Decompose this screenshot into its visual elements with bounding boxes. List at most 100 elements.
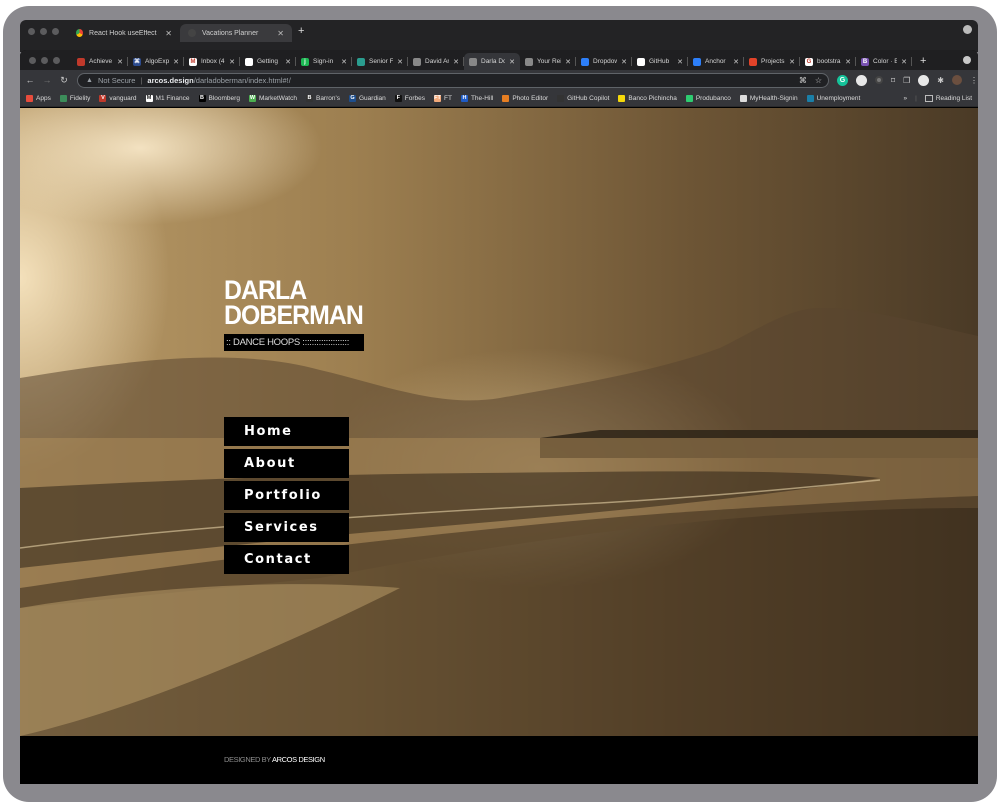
minimize-window-button[interactable] xyxy=(40,27,47,35)
reload-button[interactable]: ↻ xyxy=(57,75,71,86)
bookmark-extension-icon[interactable]: ⌑ xyxy=(891,76,895,85)
tab[interactable]: Gbootstra ✕ xyxy=(800,53,856,70)
background-browser-window: React Hook useEffect has mis ✕ Vacations… xyxy=(20,20,978,52)
tab[interactable]: Your Rei ✕ xyxy=(520,53,576,70)
bookmark-item[interactable]: Vvanguard xyxy=(99,94,137,102)
tab[interactable]: David Ar ✕ xyxy=(408,53,464,70)
extension-icon[interactable] xyxy=(856,74,867,86)
tab[interactable]: GitHub ✕ xyxy=(632,53,688,70)
tab[interactable]: Senior F ✕ xyxy=(352,53,408,70)
close-tab-icon[interactable]: ✕ xyxy=(285,58,291,66)
address-bar[interactable]: ▲ Not Secure | arcos.design/darladoberma… xyxy=(77,72,829,88)
tab[interactable]: Dropdow ✕ xyxy=(576,53,632,70)
bookmark-item[interactable]: Produbanco xyxy=(685,94,731,102)
close-tab-icon[interactable]: ✕ xyxy=(733,58,739,66)
grammarly-extension-icon[interactable]: G xyxy=(837,74,848,86)
nav-about[interactable]: About xyxy=(224,449,349,478)
bookmarks-overflow-button[interactable]: » xyxy=(904,95,908,102)
bookmark-item[interactable]: B Bloomberg xyxy=(198,94,240,102)
maximize-window-button[interactable] xyxy=(52,27,59,35)
site-brand[interactable]: DARLA DOBERMAN :: DANCE HOOPS ::::::::::… xyxy=(224,277,375,351)
warning-icon: ▲ xyxy=(86,76,93,84)
window-controls[interactable] xyxy=(20,27,68,35)
bookmark-label: Barron's xyxy=(315,94,340,102)
extension-icon[interactable] xyxy=(875,76,883,84)
tab-label: Projects xyxy=(761,58,785,65)
nav-portfolio[interactable]: Portfolio xyxy=(224,481,349,510)
tab[interactable]: Getting ✕ xyxy=(240,53,296,70)
window-controls[interactable] xyxy=(20,57,72,70)
tab[interactable]: ⌘ AlgoExp ✕ xyxy=(128,53,184,70)
background-tab-active[interactable]: Vacations Planner ✕ xyxy=(180,24,292,42)
new-tab-button[interactable]: + xyxy=(920,55,926,67)
bookmark-item[interactable]: FT FT xyxy=(433,94,452,102)
profile-avatar[interactable] xyxy=(951,75,962,85)
qr-code-icon[interactable]: ⌘ xyxy=(799,76,807,85)
back-button[interactable]: ← xyxy=(23,75,37,85)
close-tab-icon[interactable]: ✕ xyxy=(117,58,123,66)
tab[interactable]: Anchor ✕ xyxy=(688,53,744,70)
close-tab-icon[interactable]: ✕ xyxy=(165,29,172,38)
tab-label: bootstra xyxy=(817,58,841,65)
bookmark-item[interactable]: Apps xyxy=(26,94,51,102)
extension-icon[interactable] xyxy=(918,74,930,86)
tab-active[interactable]: Darla Do ✕ xyxy=(464,53,520,70)
bookmark-item[interactable]: H The-Hill xyxy=(460,94,493,102)
background-tab[interactable]: React Hook useEffect has mis ✕ xyxy=(68,24,180,42)
brand-tagline: :: DANCE HOOPS :::::::::::::::::::: xyxy=(224,334,364,351)
close-tab-icon[interactable]: ✕ xyxy=(173,58,179,66)
close-window-button[interactable] xyxy=(29,57,36,64)
copy-extension-icon[interactable]: ❐ xyxy=(903,76,910,85)
close-tab-icon[interactable]: ✕ xyxy=(565,58,571,66)
close-tab-icon[interactable]: ✕ xyxy=(901,58,907,66)
minimize-window-button[interactable] xyxy=(41,57,48,64)
forward-button[interactable]: → xyxy=(40,75,54,85)
maximize-window-button[interactable] xyxy=(53,57,60,64)
tab[interactable]: B Color · B ✕ xyxy=(856,53,912,70)
nav-services[interactable]: Services xyxy=(224,513,349,542)
tab-label: Darla Do xyxy=(481,58,506,65)
close-tab-icon[interactable]: ✕ xyxy=(229,58,235,66)
tab-search-icon[interactable] xyxy=(963,56,971,64)
nav-home[interactable]: Home xyxy=(224,417,349,446)
tab[interactable]: Projects ✕ xyxy=(744,53,800,70)
tab[interactable]: Achieve ✕ xyxy=(72,53,128,70)
close-tab-icon[interactable]: ✕ xyxy=(453,58,459,66)
bookmark-label: Guardian xyxy=(359,94,386,102)
tab[interactable]: j Sign-in ✕ xyxy=(296,53,352,70)
bookmark-label: Forbes xyxy=(404,94,425,102)
close-tab-icon[interactable]: ✕ xyxy=(277,29,284,38)
bookmark-item[interactable]: Unemployment xyxy=(806,94,860,102)
puzzle-extensions-icon[interactable]: ✱ xyxy=(937,76,944,85)
footer-brand-link[interactable]: ARCOS DESIGN xyxy=(272,755,325,764)
main-navigation: Home About Portfolio Services Contact xyxy=(224,417,349,577)
nav-contact[interactable]: Contact xyxy=(224,545,349,574)
security-label[interactable]: Not Secure xyxy=(98,76,136,85)
menu-kebab-icon[interactable]: ⋮ xyxy=(970,76,978,85)
close-window-button[interactable] xyxy=(28,27,35,35)
bookmark-star-icon[interactable]: ☆ xyxy=(815,76,822,85)
bookmark-item[interactable]: W MarketWatch xyxy=(248,94,297,102)
bookmark-item[interactable]: Photo Editor xyxy=(502,94,548,102)
bookmark-item[interactable]: B Barron's xyxy=(305,94,340,102)
bookmark-item[interactable]: Fidelity xyxy=(59,94,90,102)
bookmark-favicon-icon: V xyxy=(99,94,107,102)
profile-icon[interactable] xyxy=(963,25,972,34)
bookmark-item[interactable]: GitHub Copilot xyxy=(557,94,609,102)
close-tab-icon[interactable]: ✕ xyxy=(509,58,515,66)
bookmark-item[interactable]: MyHealth-Signin xyxy=(739,94,798,102)
new-tab-button[interactable]: + xyxy=(298,25,304,37)
bookmark-item[interactable]: G Guardian xyxy=(349,94,386,102)
close-tab-icon[interactable]: ✕ xyxy=(621,58,627,66)
tab-favicon-icon xyxy=(525,57,533,66)
bookmark-item[interactable]: F Forbes xyxy=(394,94,425,102)
bookmark-item[interactable]: Banco Pichincha xyxy=(618,94,677,102)
tab[interactable]: M Inbox (4 ✕ xyxy=(184,53,240,70)
close-tab-icon[interactable]: ✕ xyxy=(341,58,347,66)
close-tab-icon[interactable]: ✕ xyxy=(845,58,851,66)
close-tab-icon[interactable]: ✕ xyxy=(677,58,683,66)
bookmark-item[interactable]: M M1 Finance xyxy=(145,94,190,102)
reading-list-button[interactable]: Reading List xyxy=(924,94,972,102)
close-tab-icon[interactable]: ✕ xyxy=(789,58,795,66)
close-tab-icon[interactable]: ✕ xyxy=(397,58,403,66)
